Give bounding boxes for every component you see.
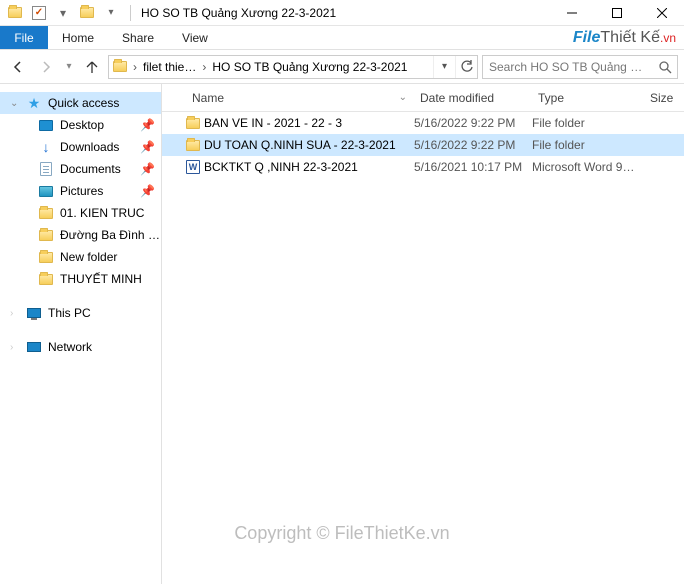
network-icon bbox=[26, 339, 42, 355]
search-placeholder: Search HO SO TB Quảng Xươ… bbox=[483, 60, 653, 74]
sidebar-item-documents[interactable]: Documents 📌 bbox=[0, 158, 161, 180]
column-name[interactable]: Name ⌄ bbox=[186, 84, 414, 111]
main-pane: Name ⌄ Date modified Type Size BAN VE IN… bbox=[162, 84, 684, 584]
file-date: 5/16/2022 9:22 PM bbox=[414, 138, 532, 152]
sidebar-item-thuyetminh[interactable]: THUYẾT MINH bbox=[0, 268, 161, 290]
sidebar-item-pictures[interactable]: Pictures 📌 bbox=[0, 180, 161, 202]
download-icon: ↓ bbox=[38, 139, 54, 155]
column-checkbox[interactable] bbox=[162, 84, 186, 111]
folder-icon bbox=[186, 140, 200, 151]
word-icon bbox=[186, 160, 200, 174]
ribbon: File Home Share View FileThiết Kế.vn bbox=[0, 26, 684, 50]
sidebar-item-downloads[interactable]: ↓ Downloads 📌 bbox=[0, 136, 161, 158]
pc-icon bbox=[26, 305, 42, 321]
file-name: BCKTKT Q ,NINH 22-3-2021 bbox=[204, 160, 358, 174]
address-bar[interactable]: › filet thie… › HO SO TB Quảng Xương 22-… bbox=[108, 55, 478, 79]
window-buttons bbox=[549, 0, 684, 26]
folder-icon bbox=[38, 205, 54, 221]
sidebar-item-quick-access[interactable]: ⌄ ★ Quick access bbox=[0, 92, 161, 114]
file-tab[interactable]: File bbox=[0, 26, 48, 49]
folder-icon bbox=[4, 2, 26, 24]
file-row[interactable]: DU TOAN Q.NINH SUA - 22-3-2021 5/16/2022 … bbox=[162, 134, 684, 156]
file-type: Microsoft Word 9… bbox=[532, 160, 644, 174]
recent-dropdown[interactable]: ▾ bbox=[62, 55, 76, 79]
chevron-right-icon[interactable]: › bbox=[131, 60, 139, 74]
file-list: BAN VE IN - 2021 - 22 - 3 5/16/2022 9:22 … bbox=[162, 112, 684, 584]
search-box[interactable]: Search HO SO TB Quảng Xươ… bbox=[482, 55, 678, 79]
folder-icon bbox=[186, 118, 200, 129]
qat-chevron[interactable]: ▾ bbox=[52, 2, 74, 24]
home-tab[interactable]: Home bbox=[48, 26, 108, 49]
minimize-button[interactable] bbox=[549, 0, 594, 26]
forward-button[interactable] bbox=[34, 55, 58, 79]
properties-icon[interactable] bbox=[28, 2, 50, 24]
sort-indicator: ⌄ bbox=[399, 92, 407, 103]
nav-bar: ▾ › filet thie… › HO SO TB Quảng Xương 2… bbox=[0, 50, 684, 84]
quick-access-toolbar: ▾ ▾ bbox=[0, 2, 126, 24]
document-icon bbox=[38, 161, 54, 177]
file-type: File folder bbox=[532, 116, 644, 130]
sidebar-item-badinh[interactable]: Đường Ba Đình 2022 bbox=[0, 224, 161, 246]
back-button[interactable] bbox=[6, 55, 30, 79]
desktop-icon bbox=[38, 117, 54, 133]
window-title: HO SO TB Quảng Xương 22-3-2021 bbox=[135, 6, 549, 20]
folder-icon bbox=[38, 249, 54, 265]
sidebar-item-this-pc[interactable]: › This PC bbox=[0, 302, 161, 324]
close-button[interactable] bbox=[639, 0, 684, 26]
address-folder-icon bbox=[109, 61, 131, 72]
folder-icon bbox=[38, 227, 54, 243]
app-folder-icon bbox=[76, 2, 98, 24]
share-tab[interactable]: Share bbox=[108, 26, 168, 49]
pin-icon: 📌 bbox=[140, 140, 161, 154]
file-date: 5/16/2021 10:17 PM bbox=[414, 160, 532, 174]
breadcrumb-seg-1[interactable]: filet thie… bbox=[139, 60, 200, 74]
file-type: File folder bbox=[532, 138, 644, 152]
chevron-right-icon[interactable]: › bbox=[200, 60, 208, 74]
sidebar-item-network[interactable]: › Network bbox=[0, 336, 161, 358]
up-button[interactable] bbox=[80, 55, 104, 79]
pin-icon: 📌 bbox=[140, 162, 161, 176]
address-history-dropdown[interactable]: ▾ bbox=[433, 56, 455, 78]
column-headers: Name ⌄ Date modified Type Size bbox=[162, 84, 684, 112]
column-type[interactable]: Type bbox=[532, 84, 644, 111]
refresh-button[interactable] bbox=[455, 56, 477, 78]
pin-icon: 📌 bbox=[140, 118, 161, 132]
file-row[interactable]: BCKTKT Q ,NINH 22-3-2021 5/16/2021 10:17 … bbox=[162, 156, 684, 178]
folder-icon bbox=[38, 271, 54, 287]
file-name: BAN VE IN - 2021 - 22 - 3 bbox=[204, 116, 342, 130]
sidebar-item-kientruc[interactable]: 01. KIEN TRUC bbox=[0, 202, 161, 224]
breadcrumb-seg-2[interactable]: HO SO TB Quảng Xương 22-3-2021 bbox=[208, 60, 411, 74]
file-row[interactable]: BAN VE IN - 2021 - 22 - 3 5/16/2022 9:22 … bbox=[162, 112, 684, 134]
expand-icon[interactable]: › bbox=[10, 342, 20, 353]
maximize-button[interactable] bbox=[594, 0, 639, 26]
star-icon: ★ bbox=[26, 95, 42, 111]
sidebar: ⌄ ★ Quick access Desktop 📌 ↓ Downloads 📌… bbox=[0, 84, 162, 584]
qat-chevron-2[interactable]: ▾ bbox=[100, 2, 122, 24]
pin-icon: 📌 bbox=[140, 184, 161, 198]
title-bar: ▾ ▾ HO SO TB Quảng Xương 22-3-2021 bbox=[0, 0, 684, 26]
column-date[interactable]: Date modified bbox=[414, 84, 532, 111]
sidebar-item-newfolder[interactable]: New folder bbox=[0, 246, 161, 268]
expand-icon[interactable]: › bbox=[10, 308, 20, 319]
file-name: DU TOAN Q.NINH SUA - 22-3-2021 bbox=[204, 138, 396, 152]
sidebar-item-desktop[interactable]: Desktop 📌 bbox=[0, 114, 161, 136]
file-date: 5/16/2022 9:22 PM bbox=[414, 116, 532, 130]
pictures-icon bbox=[38, 183, 54, 199]
brand-logo: FileThiết Kế.vn bbox=[573, 26, 684, 49]
collapse-icon[interactable]: ⌄ bbox=[10, 98, 20, 109]
view-tab[interactable]: View bbox=[168, 26, 222, 49]
search-icon[interactable] bbox=[653, 60, 677, 74]
column-size[interactable]: Size bbox=[644, 84, 684, 111]
